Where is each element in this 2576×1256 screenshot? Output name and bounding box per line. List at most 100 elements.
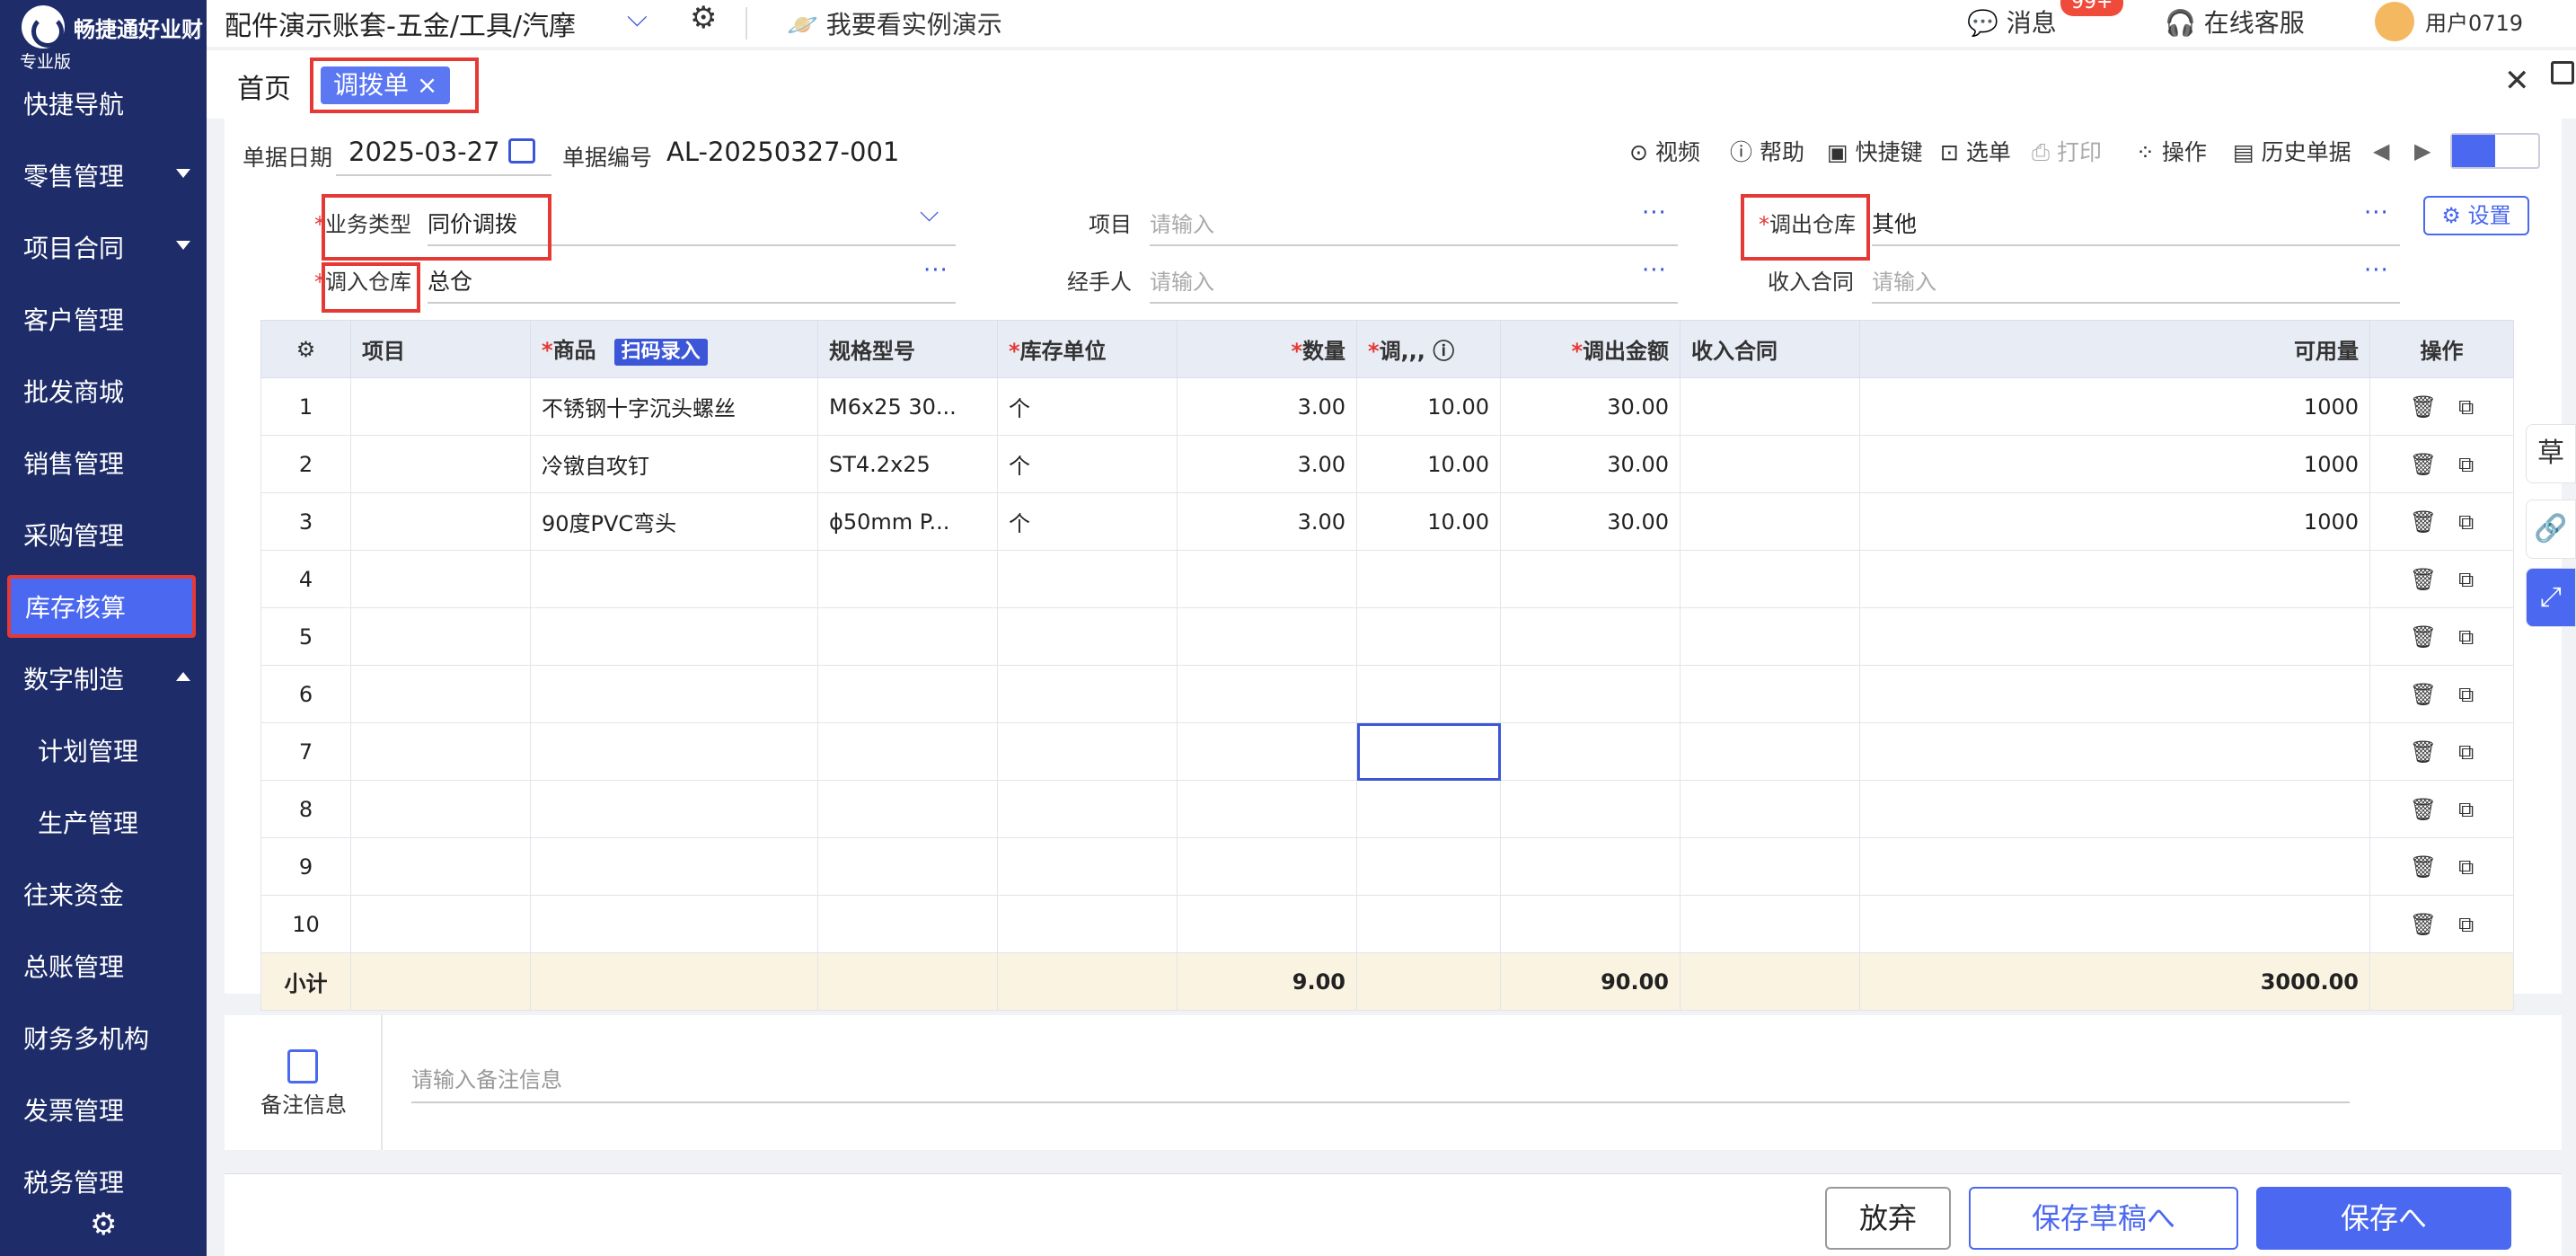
next-icon[interactable]: ▶: [2414, 138, 2430, 164]
table-cell-spec[interactable]: [817, 722, 998, 781]
sidebar-item-multi-org[interactable]: 财务多机构: [0, 1006, 207, 1069]
sidebar-item-customers[interactable]: 客户管理: [0, 287, 207, 350]
table-cell-qty[interactable]: [1177, 665, 1357, 723]
table-row[interactable]: 6 🗑 ⧉: [260, 665, 2514, 723]
sidebar-item-ledger[interactable]: 总账管理: [0, 934, 207, 997]
table-cell-amount[interactable]: [1500, 607, 1681, 666]
table-cell-qty[interactable]: [1177, 550, 1357, 608]
table-cell-project[interactable]: [350, 435, 531, 493]
out-warehouse-input[interactable]: 其他: [1872, 207, 1917, 239]
table-cell-contract[interactable]: [1680, 377, 1860, 436]
tab-transfer-order[interactable]: 调拨单 ×: [310, 57, 479, 113]
table-cell-contract[interactable]: [1680, 492, 1860, 551]
table-cell-qty[interactable]: [1177, 895, 1357, 953]
table-row[interactable]: 9 🗑 ⧉: [260, 837, 2514, 896]
sidebar-item-quick-nav[interactable]: 快捷导航: [0, 72, 207, 135]
table-cell-project[interactable]: [350, 377, 531, 436]
copy-icon[interactable]: ⧉: [2458, 682, 2474, 707]
draft-icon[interactable]: 草: [2526, 424, 2576, 483]
table-row[interactable]: 8 🗑 ⧉: [260, 780, 2514, 838]
table-cell-product[interactable]: [530, 550, 818, 608]
copy-icon[interactable]: ⧉: [2458, 452, 2474, 477]
sidebar-item-retail[interactable]: 零售管理: [0, 144, 207, 207]
table-cell-avail[interactable]: 1000: [1859, 435, 2370, 493]
save-draft-button[interactable]: 保存草稿へ: [1969, 1187, 2238, 1250]
fullscreen-icon[interactable]: [2551, 61, 2574, 84]
delete-icon[interactable]: 🗑: [2410, 509, 2437, 535]
tab-transfer-order-label[interactable]: 调拨单 ×: [321, 66, 451, 104]
table-cell-amount[interactable]: [1500, 837, 1681, 896]
tab-home[interactable]: 首页: [237, 66, 291, 106]
table-cell-unit[interactable]: 个: [997, 492, 1178, 551]
table-cell-price[interactable]: [1356, 837, 1501, 896]
copy-icon[interactable]: ⧉: [2458, 567, 2474, 592]
table-cell-amount[interactable]: [1500, 780, 1681, 838]
messages-button[interactable]: 💬 消息: [1967, 4, 2057, 40]
sidebar-item-wholesale[interactable]: 批发商城: [0, 359, 207, 422]
table-cell-unit[interactable]: [997, 550, 1178, 608]
table-cell-avail[interactable]: 1000: [1859, 492, 2370, 551]
delete-icon[interactable]: 🗑: [2410, 394, 2437, 420]
copy-icon[interactable]: ⧉: [2458, 624, 2474, 650]
table-cell-unit[interactable]: [997, 665, 1178, 723]
copy-icon[interactable]: ⧉: [2458, 797, 2474, 822]
table-cell-project[interactable]: [350, 895, 531, 953]
table-cell-product[interactable]: 冷镦自攻钉: [530, 435, 818, 493]
sidebar-item-funds[interactable]: 往来资金: [0, 862, 207, 925]
help-icon[interactable]: ⓘ: [1433, 339, 1454, 364]
handler-input[interactable]: 请输入: [1150, 264, 1214, 296]
copy-icon[interactable]: ⧉: [2458, 739, 2474, 765]
table-cell-amount[interactable]: 30.00: [1500, 377, 1681, 436]
close-icon[interactable]: ✕: [2504, 63, 2530, 99]
table-cell-product[interactable]: [530, 607, 818, 666]
help-button[interactable]: ⓘ 帮助: [1730, 135, 1804, 167]
print-button[interactable]: ⎙ 打印: [2032, 135, 2102, 167]
table-cell-avail[interactable]: [1859, 550, 2370, 608]
table-cell-amount[interactable]: 30.00: [1500, 492, 1681, 551]
table-cell-avail[interactable]: [1859, 607, 2370, 666]
table-cell-project[interactable]: [350, 607, 531, 666]
table-cell-spec[interactable]: ϕ50mm P...: [817, 492, 998, 551]
sidebar-item-manufacturing[interactable]: 数字制造: [0, 647, 207, 710]
gear-icon[interactable]: ⚙: [690, 0, 717, 36]
table-cell-product[interactable]: 不锈钢十字沉头螺丝: [530, 377, 818, 436]
list-view-icon[interactable]: [2452, 135, 2495, 167]
table-cell-avail[interactable]: [1859, 665, 2370, 723]
table-cell-price[interactable]: [1356, 607, 1501, 666]
table-cell-price[interactable]: 10.00: [1356, 492, 1501, 551]
copy-icon[interactable]: ⧉: [2458, 394, 2474, 420]
table-cell-contract[interactable]: [1680, 550, 1860, 608]
table-cell-contract[interactable]: [1680, 607, 1860, 666]
copy-icon[interactable]: ⧉: [2458, 509, 2474, 535]
scan-entry-button[interactable]: 扫码录入: [613, 339, 708, 366]
user-name[interactable]: 用户0719: [2425, 5, 2523, 37]
table-cell-price[interactable]: [1356, 780, 1501, 838]
shortcut-button[interactable]: ▣ 快捷键: [1827, 135, 1923, 167]
video-button[interactable]: ⊙ 视频: [1629, 135, 1700, 167]
table-cell-product[interactable]: 90度PVC弯头: [530, 492, 818, 551]
table-cell-contract[interactable]: [1680, 837, 1860, 896]
delete-icon[interactable]: 🗑: [2410, 854, 2437, 880]
chevron-down-icon[interactable]: ⌵: [627, 2, 648, 33]
table-cell-project[interactable]: [350, 780, 531, 838]
table-cell-contract[interactable]: [1680, 780, 1860, 838]
prev-icon[interactable]: ◀: [2373, 138, 2389, 164]
table-cell-unit[interactable]: [997, 722, 1178, 781]
select-order-button[interactable]: ⊡ 选单: [1940, 135, 2011, 167]
sidebar-item-purchase[interactable]: 采购管理: [0, 503, 207, 566]
sidebar-item-planning[interactable]: 计划管理: [0, 719, 207, 782]
delete-icon[interactable]: 🗑: [2410, 739, 2437, 765]
more-icon[interactable]: ···: [2364, 257, 2389, 284]
table-cell-project[interactable]: [350, 550, 531, 608]
table-row[interactable]: 4 🗑 ⧉: [260, 550, 2514, 608]
table-cell-unit[interactable]: [997, 780, 1178, 838]
project-input[interactable]: 请输入: [1150, 207, 1214, 238]
copy-icon[interactable]: ⧉: [2458, 912, 2474, 937]
table-cell-price[interactable]: 10.00: [1356, 435, 1501, 493]
delete-icon[interactable]: 🗑: [2410, 452, 2437, 477]
save-button[interactable]: 保存へ: [2256, 1187, 2511, 1250]
table-cell-product[interactable]: [530, 895, 818, 953]
table-cell-price[interactable]: [1356, 665, 1501, 723]
table-cell-product[interactable]: [530, 722, 818, 781]
table-cell-unit[interactable]: 个: [997, 435, 1178, 493]
